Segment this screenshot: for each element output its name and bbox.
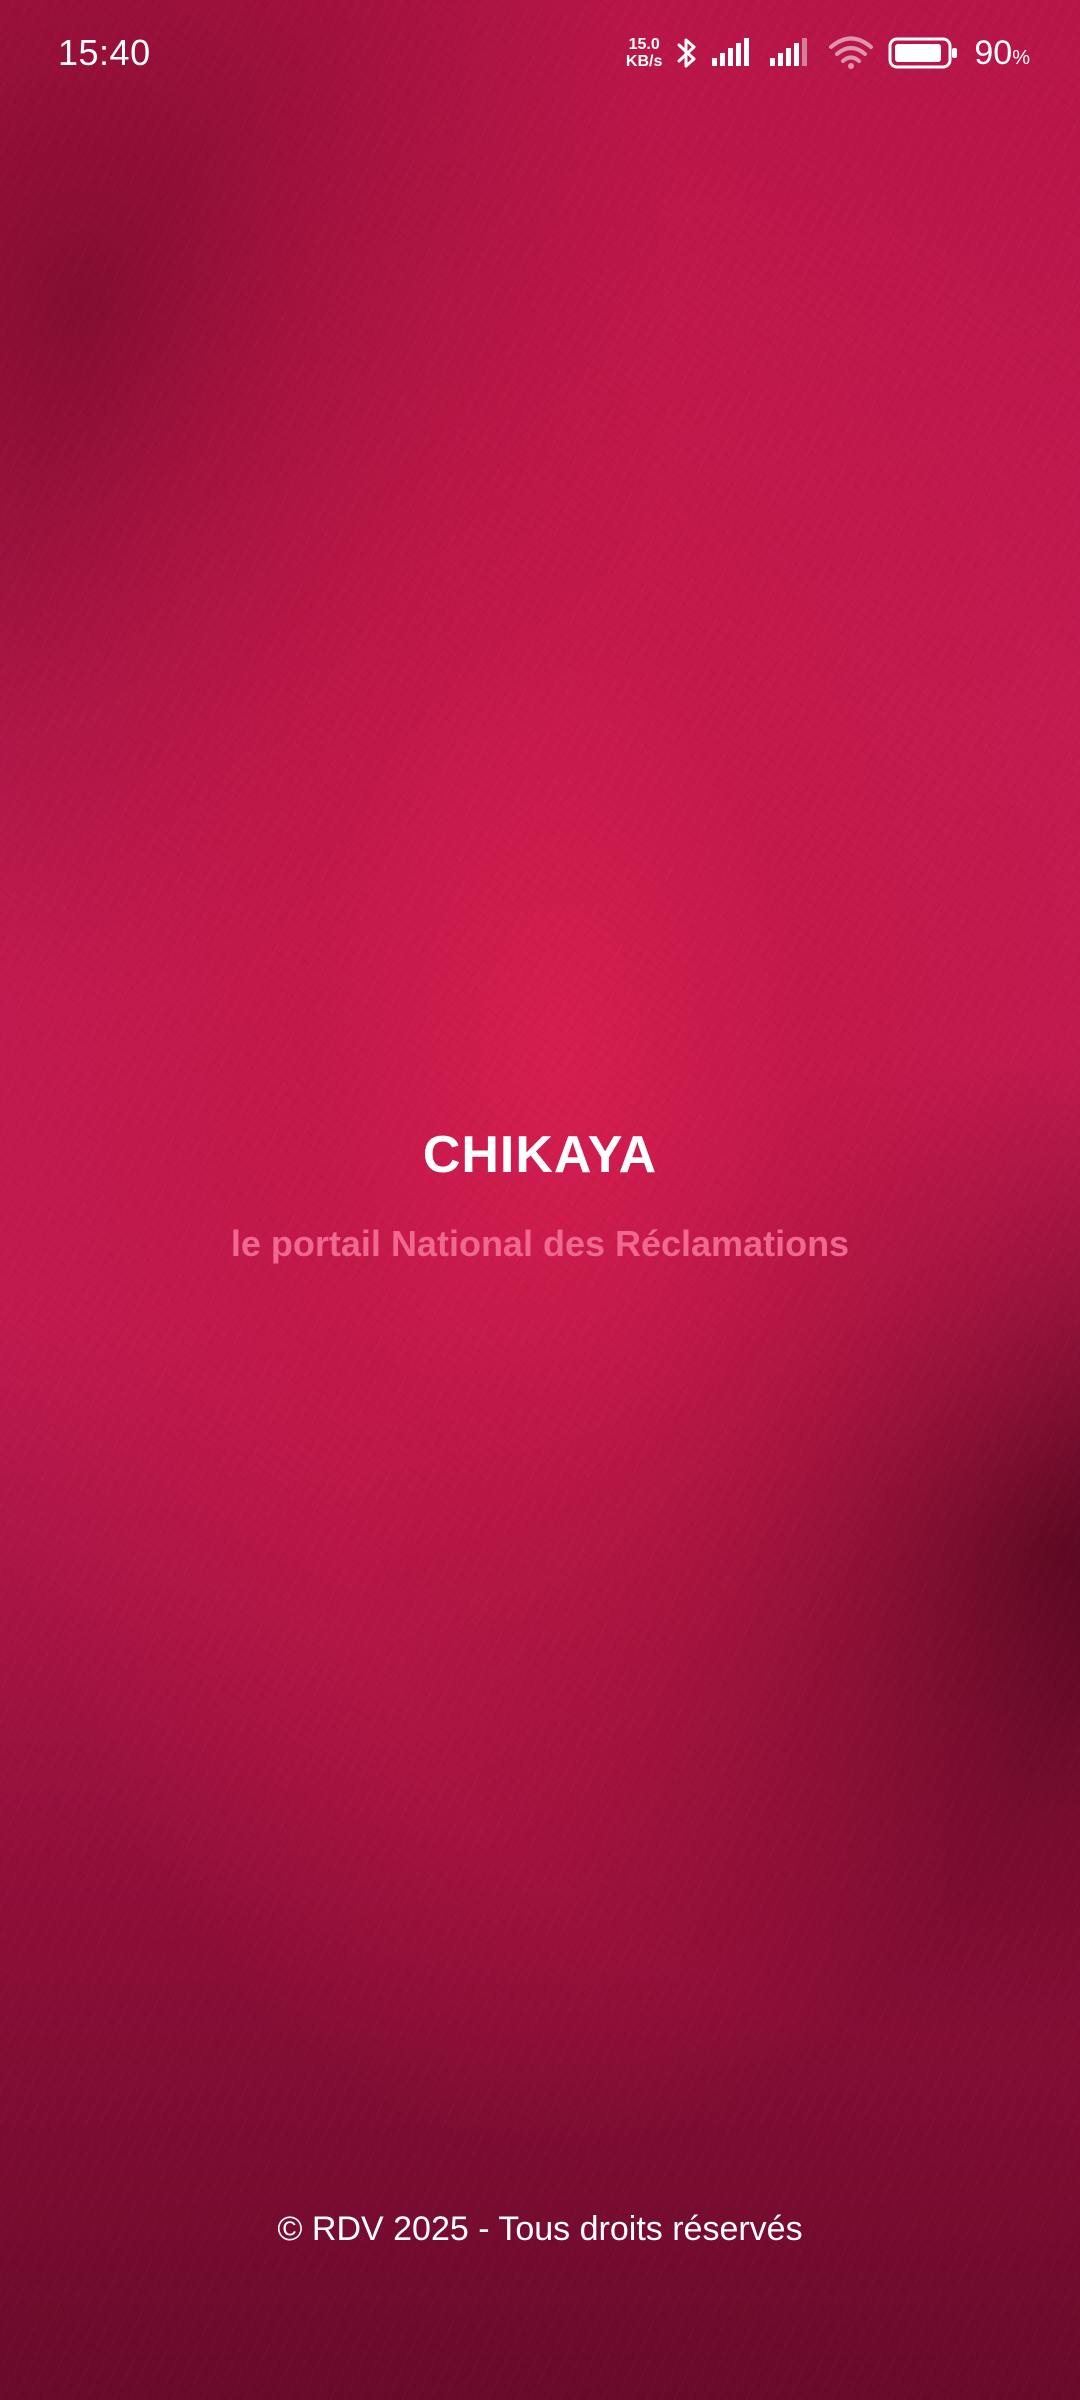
copyright-footer: © RDV 2025 - Tous droits réservés [277, 2210, 803, 2248]
network-speed: 15.0 KB/s [626, 36, 662, 70]
status-icons: 15.0 KB/s 90% [626, 30, 1030, 76]
splash-branding: CHIKAYA le portail National des Réclamat… [0, 1125, 1080, 1265]
signal-icon [770, 38, 814, 68]
signal-icon [712, 38, 756, 68]
wifi-icon [828, 36, 874, 70]
status-time: 15:40 [58, 32, 151, 73]
app-subtitle: le portail National des Réclamations [230, 1223, 850, 1264]
battery-icon [888, 36, 960, 70]
battery-percent: 90% [974, 33, 1030, 72]
status-bar: 15:40 15.0 KB/s 90% [0, 0, 1080, 110]
network-speed-value: 15.0 [628, 36, 660, 53]
bluetooth-icon [676, 35, 698, 71]
app-title: CHIKAYA [422, 1126, 658, 1184]
network-speed-unit: KB/s [625, 53, 663, 70]
